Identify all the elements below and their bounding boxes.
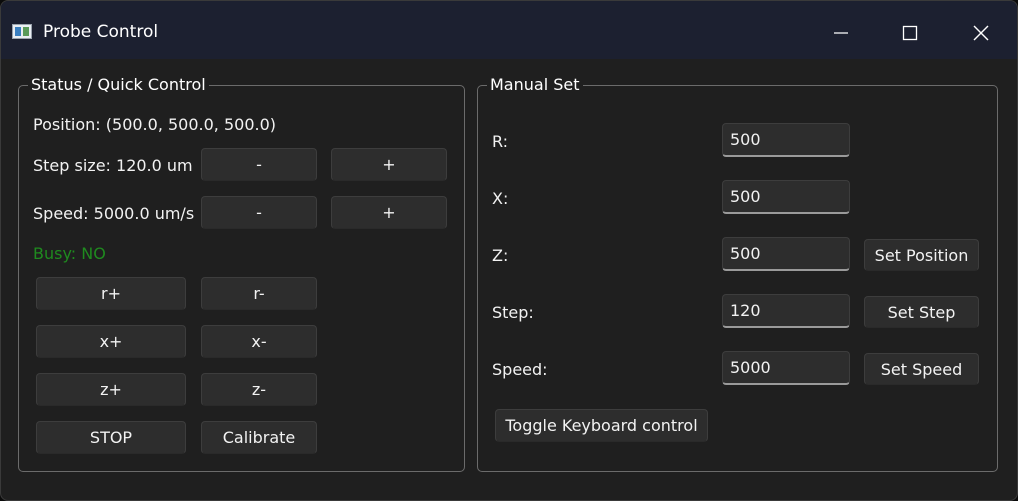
maximize-icon	[902, 25, 918, 41]
set-speed-button[interactable]: Set Speed	[864, 353, 979, 385]
x-minus-button[interactable]: x-	[201, 325, 317, 358]
window-title: Probe Control	[43, 22, 159, 42]
speed-readout: Speed: 5000.0 um/s	[33, 204, 195, 223]
r-label: R:	[492, 132, 509, 151]
busy-status: Busy: NO	[33, 244, 106, 263]
probe-control-window: Probe Control Status / Quick Control Pos…	[0, 0, 1018, 501]
close-button[interactable]	[958, 15, 1004, 51]
z-label: Z:	[492, 246, 509, 265]
z-minus-button[interactable]: z-	[201, 373, 317, 406]
speed-input[interactable]: 5000	[722, 351, 850, 385]
z-plus-button[interactable]: z+	[36, 373, 186, 406]
step-decrease-button[interactable]: -	[201, 148, 317, 181]
speed-decrease-button[interactable]: -	[201, 196, 317, 229]
minimize-button[interactable]	[818, 15, 864, 51]
x-input[interactable]: 500	[722, 180, 850, 214]
step-label: Step:	[492, 303, 534, 322]
set-step-button[interactable]: Set Step	[864, 296, 979, 328]
app-window-icon	[12, 24, 32, 39]
title-bar[interactable]: Probe Control	[1, 1, 1017, 59]
r-plus-button[interactable]: r+	[36, 277, 186, 310]
position-readout: Position: (500.0, 500.0, 500.0)	[33, 115, 277, 134]
calibrate-button[interactable]: Calibrate	[201, 421, 317, 454]
speed-increase-button[interactable]: +	[331, 196, 447, 229]
step-size-readout: Step size: 120.0 um	[33, 156, 193, 175]
r-input[interactable]: 500	[722, 123, 850, 157]
maximize-button[interactable]	[887, 15, 933, 51]
close-icon	[973, 25, 989, 41]
r-minus-button[interactable]: r-	[201, 277, 317, 310]
step-input[interactable]: 120	[722, 294, 850, 328]
minimize-icon	[834, 32, 848, 34]
status-group-legend: Status / Quick Control	[28, 75, 209, 95]
z-input[interactable]: 500	[722, 237, 850, 271]
step-increase-button[interactable]: +	[331, 148, 447, 181]
manual-group-legend: Manual Set	[487, 75, 583, 95]
x-label: X:	[492, 189, 509, 208]
stop-button[interactable]: STOP	[36, 421, 186, 454]
x-plus-button[interactable]: x+	[36, 325, 186, 358]
speed-label: Speed:	[492, 360, 548, 379]
set-position-button[interactable]: Set Position	[864, 239, 979, 271]
toggle-keyboard-control-button[interactable]: Toggle Keyboard control	[495, 409, 708, 442]
